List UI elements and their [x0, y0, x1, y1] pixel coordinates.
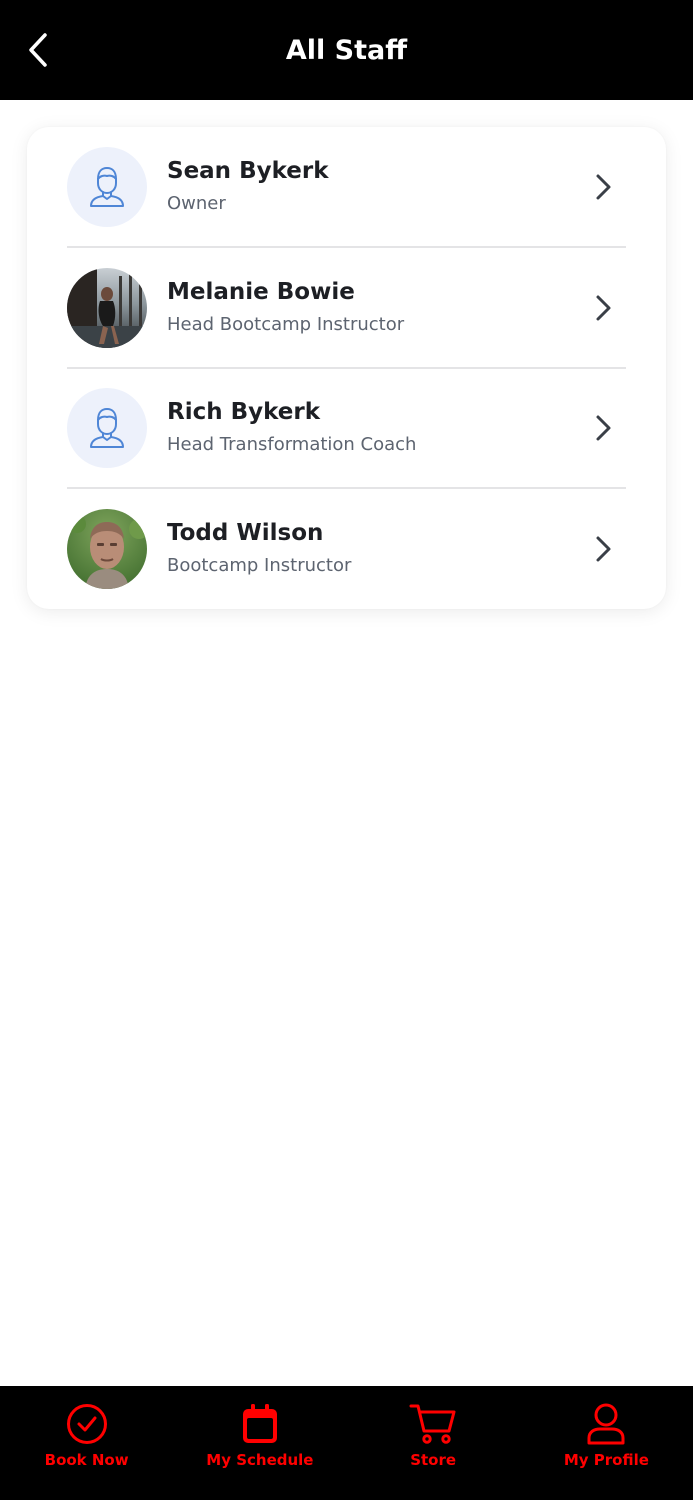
app-header: All Staff — [0, 0, 693, 100]
calendar-icon — [236, 1400, 284, 1448]
staff-role: Owner — [167, 193, 226, 214]
staff-row[interactable]: Todd Wilson Bootcamp Instructor — [67, 489, 626, 609]
staff-role: Bootcamp Instructor — [167, 555, 352, 576]
avatar — [67, 509, 147, 589]
chevron-right-icon — [592, 294, 614, 322]
chevron-left-icon — [29, 33, 47, 67]
staff-photo — [67, 509, 147, 589]
nav-book-now[interactable]: Book Now — [0, 1386, 173, 1500]
user-placeholder-icon — [90, 408, 124, 448]
nav-my-profile[interactable]: My Profile — [520, 1386, 693, 1500]
staff-row[interactable]: Rich Bykerk Head Transformation Coach — [67, 368, 626, 488]
page-title: All Staff — [285, 34, 408, 66]
nav-my-schedule[interactable]: My Schedule — [173, 1386, 346, 1500]
nav-store[interactable]: Store — [347, 1386, 520, 1500]
cart-icon — [409, 1400, 457, 1448]
staff-photo — [67, 268, 147, 348]
avatar — [67, 147, 147, 227]
user-icon — [582, 1400, 630, 1448]
back-button[interactable] — [18, 26, 58, 74]
nav-label: Store — [410, 1451, 457, 1469]
avatar — [67, 268, 147, 348]
staff-name: Rich Bykerk — [167, 399, 321, 425]
staff-name: Sean Bykerk — [167, 158, 329, 184]
staff-role: Head Bootcamp Instructor — [167, 314, 405, 335]
staff-row[interactable]: Sean Bykerk Owner — [67, 127, 626, 247]
nav-label: Book Now — [44, 1451, 129, 1469]
bottom-nav: Book Now My Schedule Store My Profile — [0, 1386, 693, 1500]
chevron-right-icon — [592, 535, 614, 563]
nav-label: My Schedule — [206, 1451, 314, 1469]
staff-role: Head Transformation Coach — [167, 434, 417, 455]
check-circle-icon — [63, 1400, 111, 1448]
user-placeholder-icon — [90, 167, 124, 207]
staff-list-card: Sean Bykerk Owner Melanie Bowie Head Boo… — [27, 127, 666, 609]
avatar — [67, 388, 147, 468]
staff-name: Melanie Bowie — [167, 279, 355, 305]
chevron-right-icon — [592, 414, 614, 442]
nav-label: My Profile — [563, 1451, 649, 1469]
staff-row[interactable]: Melanie Bowie Head Bootcamp Instructor — [67, 248, 626, 368]
chevron-right-icon — [592, 173, 614, 201]
staff-name: Todd Wilson — [167, 520, 324, 546]
